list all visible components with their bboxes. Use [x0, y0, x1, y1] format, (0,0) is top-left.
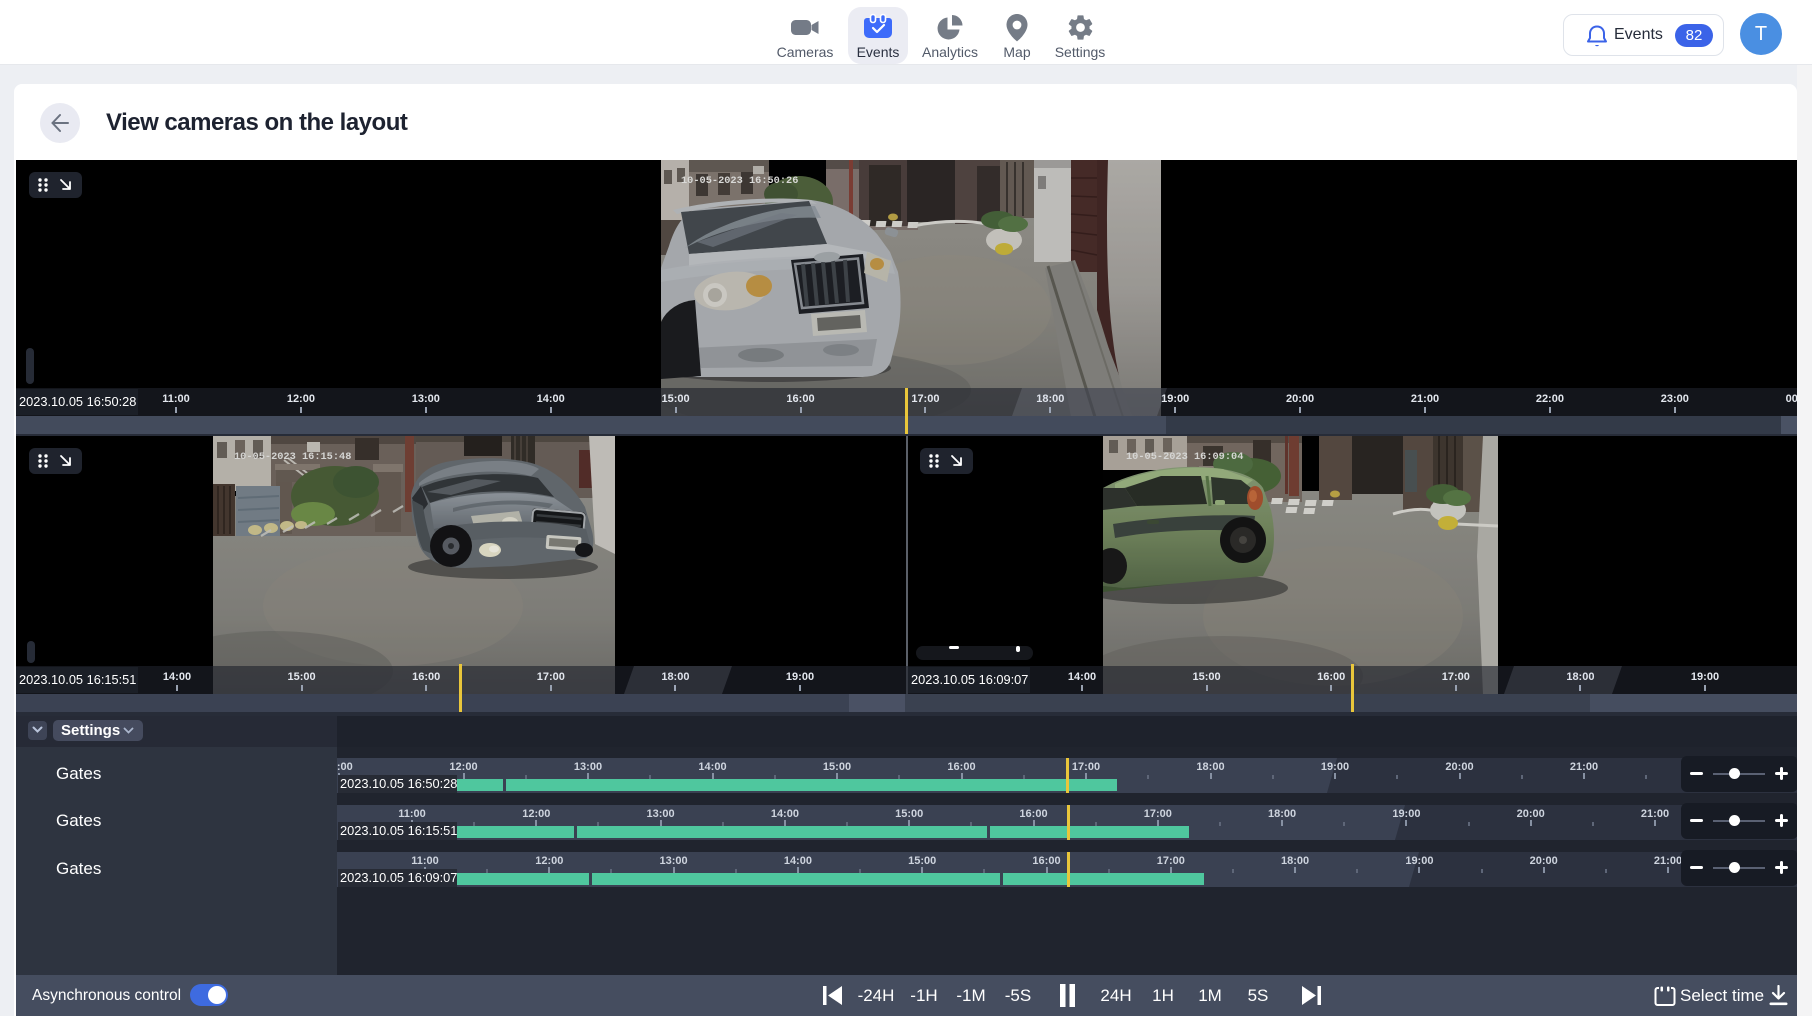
svg-text:10-05-2023 16:15:48: 10-05-2023 16:15:48 — [234, 451, 351, 463]
svg-text:10-05-2023 16:09:04: 10-05-2023 16:09:04 — [1126, 451, 1243, 463]
svg-text:10-05-2023 16:50:26: 10-05-2023 16:50:26 — [681, 175, 798, 187]
